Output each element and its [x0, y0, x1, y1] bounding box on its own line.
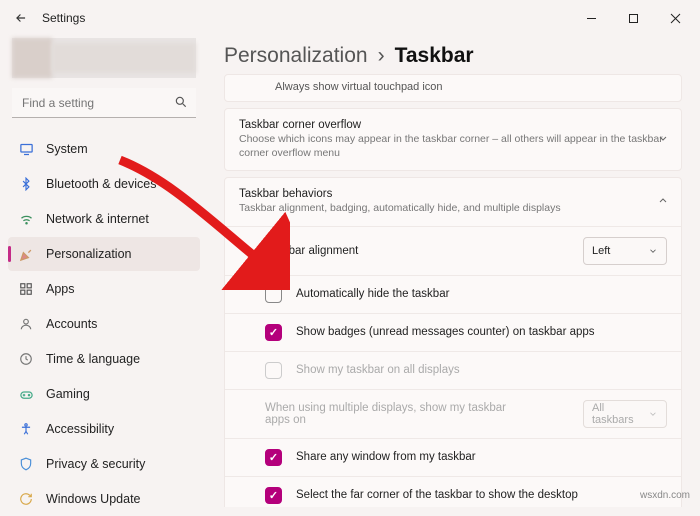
close-button[interactable] [654, 2, 696, 34]
multi-value: All taskbars [592, 402, 648, 426]
gaming-icon [18, 386, 34, 402]
nav-label: Privacy & security [46, 457, 145, 471]
autohide-checkbox[interactable] [265, 286, 282, 303]
nav-time[interactable]: Time & language [8, 342, 200, 376]
network-icon [18, 211, 34, 227]
nav-label: Personalization [46, 247, 131, 261]
badges-label: Show badges (unread messages counter) on… [296, 326, 595, 338]
nav-system[interactable]: System [8, 132, 200, 166]
system-icon [18, 141, 34, 157]
profile-card[interactable] [12, 38, 196, 78]
alignment-label: Taskbar alignment [265, 245, 358, 257]
accounts-icon [18, 316, 34, 332]
nav: System Bluetooth & devices Network & int… [8, 132, 200, 516]
chevron-up-icon [657, 195, 669, 210]
nav-update[interactable]: Windows Update [8, 482, 200, 516]
apps-icon [18, 281, 34, 297]
breadcrumb: Personalization › Taskbar [224, 44, 682, 68]
alldisplays-checkbox [265, 362, 282, 379]
share-checkbox[interactable] [265, 449, 282, 466]
share-label: Share any window from my taskbar [296, 451, 476, 463]
row-alldisplays: Show my taskbar on all displays [225, 351, 681, 389]
nav-personalization[interactable]: Personalization [8, 237, 200, 271]
sidebar: System Bluetooth & devices Network & int… [0, 36, 208, 507]
nav-label: Apps [46, 282, 75, 296]
nav-label: Gaming [46, 387, 90, 401]
content: Personalization › Taskbar Always show vi… [208, 36, 700, 507]
autohide-label: Automatically hide the taskbar [296, 288, 449, 300]
row-corner[interactable]: Select the far corner of the taskbar to … [225, 476, 681, 507]
chevron-down-icon [657, 132, 669, 147]
breadcrumb-sep: › [378, 44, 385, 68]
nav-label: Network & internet [46, 212, 149, 226]
row-autohide[interactable]: Automatically hide the taskbar [225, 275, 681, 313]
search-icon [174, 95, 188, 114]
breadcrumb-current: Taskbar [395, 44, 474, 68]
corner-checkbox[interactable] [265, 487, 282, 504]
search-box[interactable] [12, 88, 196, 118]
panel-touchpad[interactable]: Always show virtual touchpad icon [224, 74, 682, 102]
nav-label: Time & language [46, 352, 140, 366]
overflow-title: Taskbar corner overflow [239, 119, 667, 131]
panel-behaviors: Taskbar behaviors Taskbar alignment, bad… [224, 177, 682, 507]
update-icon [18, 491, 34, 507]
row-badges[interactable]: Show badges (unread messages counter) on… [225, 313, 681, 351]
overflow-sub: Choose which icons may appear in the tas… [239, 133, 667, 160]
corner-label: Select the far corner of the taskbar to … [296, 489, 578, 501]
row-share[interactable]: Share any window from my taskbar [225, 438, 681, 476]
window-title: Settings [42, 11, 85, 25]
multi-label: When using multiple displays, show my ta… [265, 402, 525, 426]
search-input[interactable] [12, 88, 196, 118]
nav-network[interactable]: Network & internet [8, 202, 200, 236]
behaviors-title: Taskbar behaviors [239, 188, 667, 200]
personalization-icon [18, 246, 34, 262]
nav-gaming[interactable]: Gaming [8, 377, 200, 411]
chevron-down-icon [648, 246, 658, 256]
panel-overflow[interactable]: Taskbar corner overflow Choose which ico… [224, 108, 682, 171]
touchpad-label: Always show virtual touchpad icon [275, 81, 443, 93]
nav-label: System [46, 142, 88, 156]
time-icon [18, 351, 34, 367]
nav-label: Accessibility [46, 422, 114, 436]
chevron-down-icon [648, 409, 658, 419]
privacy-icon [18, 456, 34, 472]
nav-apps[interactable]: Apps [8, 272, 200, 306]
alldisplays-label: Show my taskbar on all displays [296, 364, 460, 376]
nav-label: Bluetooth & devices [46, 177, 157, 191]
multi-select: All taskbars [583, 400, 667, 428]
maximize-button[interactable] [612, 2, 654, 34]
nav-accessibility[interactable]: Accessibility [8, 412, 200, 446]
row-multi: When using multiple displays, show my ta… [225, 389, 681, 438]
back-button[interactable] [4, 1, 38, 35]
alignment-value: Left [592, 245, 610, 257]
alignment-select[interactable]: Left [583, 237, 667, 265]
nav-privacy[interactable]: Privacy & security [8, 447, 200, 481]
badges-checkbox[interactable] [265, 324, 282, 341]
behaviors-sub: Taskbar alignment, badging, automaticall… [239, 202, 667, 216]
nav-label: Windows Update [46, 492, 141, 506]
watermark: wsxdn.com [640, 490, 690, 501]
accessibility-icon [18, 421, 34, 437]
bluetooth-icon [18, 176, 34, 192]
row-alignment: Taskbar alignment Left [225, 226, 681, 275]
nav-bluetooth[interactable]: Bluetooth & devices [8, 167, 200, 201]
breadcrumb-parent[interactable]: Personalization [224, 44, 368, 68]
minimize-button[interactable] [570, 2, 612, 34]
nav-accounts[interactable]: Accounts [8, 307, 200, 341]
nav-label: Accounts [46, 317, 97, 331]
behaviors-header[interactable]: Taskbar behaviors Taskbar alignment, bad… [225, 178, 681, 226]
